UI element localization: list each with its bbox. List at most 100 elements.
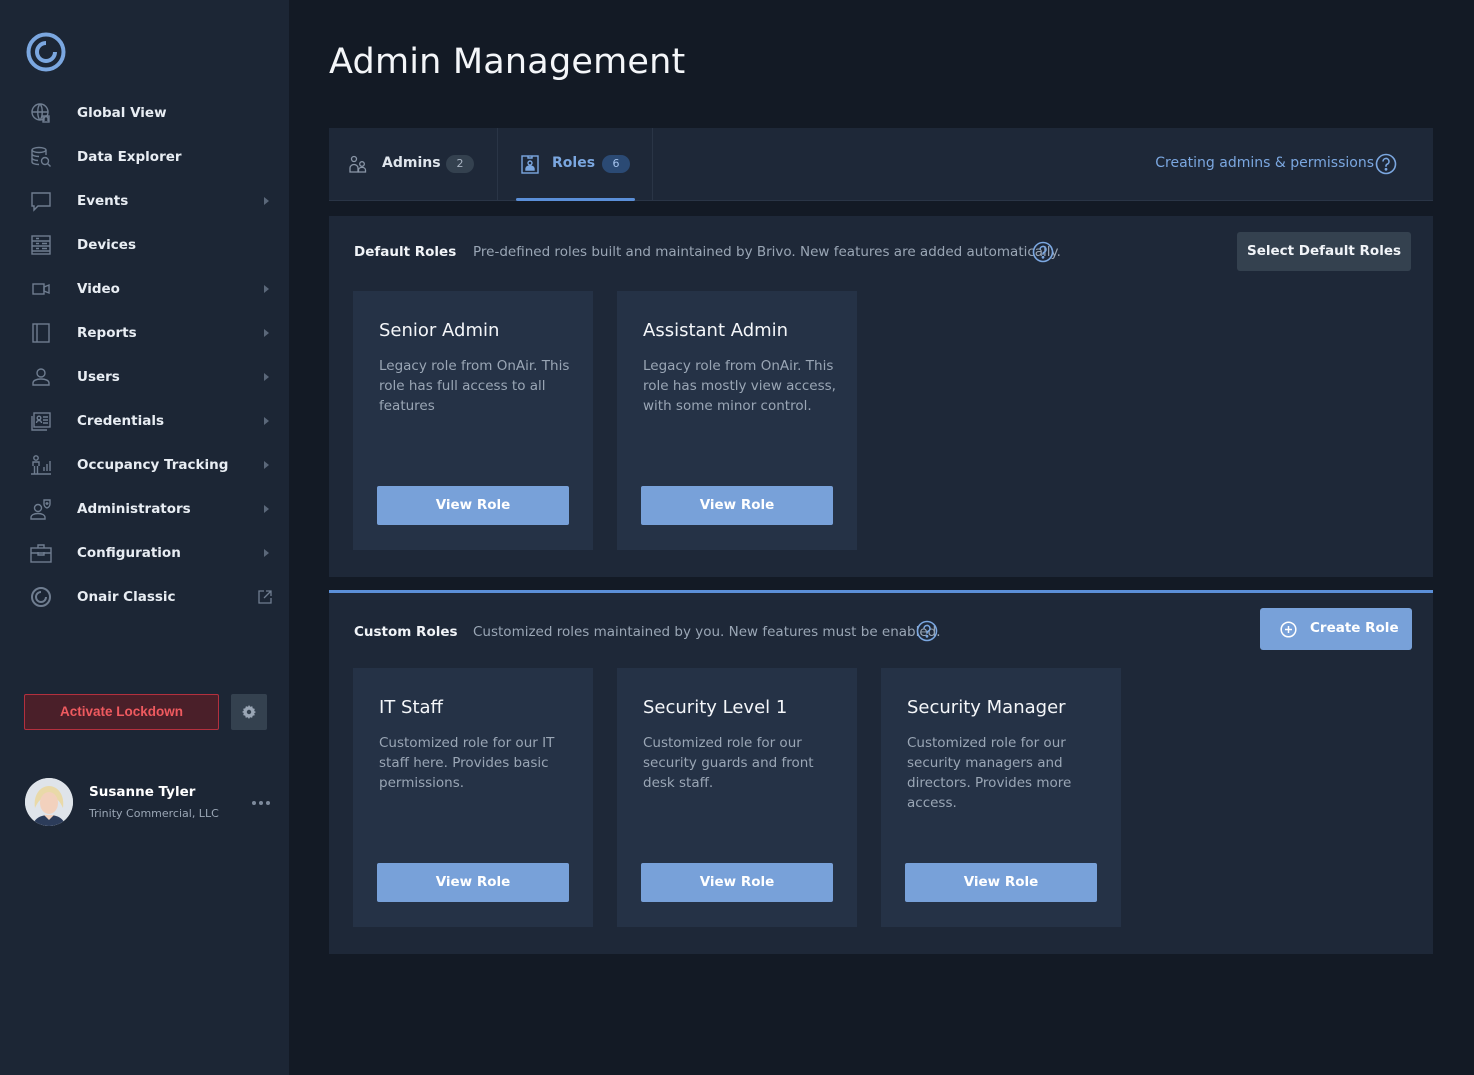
- view-role-button[interactable]: View Role: [377, 486, 569, 525]
- user-name: Susanne Tyler: [89, 784, 196, 800]
- chevron-right-icon: [264, 505, 269, 513]
- role-card-title: Security Level 1: [643, 697, 788, 718]
- role-card: Assistant Admin Legacy role from OnAir. …: [617, 291, 857, 550]
- help-circle-icon[interactable]: [916, 620, 938, 642]
- role-card-description: Customized role for our IT staff here. P…: [379, 735, 555, 791]
- data-explorer-icon: [31, 146, 51, 167]
- sidebar: Global View Data Explorer Events Devices: [0, 0, 289, 1075]
- sidebar-item-label: Events: [77, 193, 129, 209]
- occupancy-icon: [31, 455, 51, 475]
- video-camera-icon: [32, 283, 50, 295]
- section-description: Pre-defined roles built and maintained b…: [473, 244, 1061, 260]
- user-icon: [32, 368, 50, 386]
- sidebar-nav: Global View Data Explorer Events Devices: [0, 91, 289, 619]
- sidebar-item-label: Video: [77, 281, 120, 297]
- role-card-title: IT Staff: [379, 697, 443, 718]
- sidebar-item-credentials[interactable]: Credentials: [0, 399, 289, 443]
- sidebar-item-label: Global View: [77, 105, 167, 121]
- brivo-logo-icon[interactable]: [26, 32, 66, 72]
- create-role-button[interactable]: Create Role: [1260, 608, 1412, 650]
- tab-admins-label: Admins: [382, 155, 441, 171]
- briefcase-icon: [30, 544, 52, 563]
- sidebar-item-devices[interactable]: Devices: [0, 223, 289, 267]
- help-circle-icon[interactable]: [1032, 241, 1054, 263]
- sidebar-item-label: Devices: [77, 237, 136, 253]
- user-org: Trinity Commercial, LLC: [89, 807, 219, 820]
- sidebar-item-configuration[interactable]: Configuration: [0, 531, 289, 575]
- role-card: Senior Admin Legacy role from OnAir. Thi…: [353, 291, 593, 550]
- sidebar-item-video[interactable]: Video: [0, 267, 289, 311]
- page-title: Admin Management: [329, 42, 686, 82]
- role-card: IT Staff Customized role for our IT staf…: [353, 668, 593, 927]
- sidebar-item-users[interactable]: Users: [0, 355, 289, 399]
- sidebar-item-administrators[interactable]: Administrators: [0, 487, 289, 531]
- globe-icon: [31, 103, 50, 123]
- role-card-description: Legacy role from OnAir. This role has fu…: [379, 358, 570, 414]
- role-badge-icon: [521, 155, 539, 174]
- role-card: Security Level 1 Customized role for our…: [617, 668, 857, 927]
- role-card-description: Customized role for our security guards …: [643, 735, 814, 791]
- default-roles-section: Default Roles Pre-defined roles built an…: [329, 216, 1433, 577]
- reports-icon: [32, 323, 50, 343]
- custom-roles-section: Custom Roles Customized roles maintained…: [329, 590, 1433, 954]
- view-role-button[interactable]: View Role: [377, 863, 569, 902]
- sidebar-item-label: Occupancy Tracking: [77, 457, 229, 473]
- view-role-button[interactable]: View Role: [905, 863, 1097, 902]
- section-title: Custom Roles: [354, 624, 458, 640]
- devices-icon: [31, 235, 51, 255]
- sidebar-item-label: Data Explorer: [77, 149, 182, 165]
- role-card-description: Legacy role from OnAir. This role has mo…: [643, 358, 836, 414]
- create-role-label: Create Role: [1310, 620, 1399, 636]
- tab-admins[interactable]: Admins 2: [329, 128, 498, 200]
- sidebar-item-onair-classic[interactable]: Onair Classic: [0, 575, 289, 619]
- more-options-icon[interactable]: [250, 798, 272, 808]
- view-role-button[interactable]: View Role: [641, 863, 833, 902]
- role-card-title: Assistant Admin: [643, 320, 789, 341]
- chevron-right-icon: [264, 197, 269, 205]
- plus-circle-icon: [1280, 621, 1297, 638]
- admins-icon: [349, 155, 367, 173]
- select-default-roles-button[interactable]: Select Default Roles: [1237, 232, 1411, 271]
- sidebar-item-label: Administrators: [77, 501, 191, 517]
- view-role-button[interactable]: View Role: [641, 486, 833, 525]
- chevron-right-icon: [264, 329, 269, 337]
- sidebar-item-label: Configuration: [77, 545, 181, 561]
- active-tab-indicator: [516, 198, 635, 201]
- tab-roles-label: Roles: [552, 155, 596, 171]
- help-circle-icon[interactable]: [1375, 153, 1397, 175]
- external-link-icon: [258, 590, 272, 604]
- tab-roles[interactable]: Roles 6: [498, 128, 653, 201]
- admins-count-badge: 2: [446, 155, 474, 173]
- chevron-right-icon: [264, 417, 269, 425]
- sidebar-item-reports[interactable]: Reports: [0, 311, 289, 355]
- activate-lockdown-button[interactable]: Activate Lockdown: [24, 694, 219, 730]
- lockdown-settings-button[interactable]: [231, 694, 267, 730]
- chevron-right-icon: [264, 285, 269, 293]
- role-card-description: Customized role for our security manager…: [907, 735, 1072, 811]
- role-card-title: Security Manager: [907, 697, 1066, 718]
- sidebar-item-label: Credentials: [77, 413, 165, 429]
- credentials-icon: [31, 412, 51, 431]
- sidebar-item-data-explorer[interactable]: Data Explorer: [0, 135, 289, 179]
- administrators-icon: [30, 499, 51, 520]
- roles-count-badge: 6: [602, 155, 630, 173]
- onair-logo-icon: [31, 587, 51, 607]
- sidebar-item-label: Onair Classic: [77, 589, 176, 605]
- sidebar-item-occupancy-tracking[interactable]: Occupancy Tracking: [0, 443, 289, 487]
- sidebar-item-label: Users: [77, 369, 120, 385]
- role-card: Security Manager Customized role for our…: [881, 668, 1121, 927]
- section-description: Customized roles maintained by you. New …: [473, 624, 941, 640]
- tab-bar: Admins 2 Roles 6 Creating admins & permi…: [329, 128, 1433, 201]
- role-card-title: Senior Admin: [379, 320, 500, 341]
- gear-icon: [242, 705, 256, 719]
- avatar[interactable]: [25, 778, 73, 826]
- creating-admins-help-link[interactable]: Creating admins & permissions: [1155, 155, 1374, 171]
- section-title: Default Roles: [354, 244, 457, 260]
- chevron-right-icon: [264, 461, 269, 469]
- chevron-right-icon: [264, 549, 269, 557]
- sidebar-item-global-view[interactable]: Global View: [0, 91, 289, 135]
- chat-bubble-icon: [31, 192, 51, 212]
- sidebar-item-label: Reports: [77, 325, 137, 341]
- chevron-right-icon: [264, 373, 269, 381]
- sidebar-item-events[interactable]: Events: [0, 179, 289, 223]
